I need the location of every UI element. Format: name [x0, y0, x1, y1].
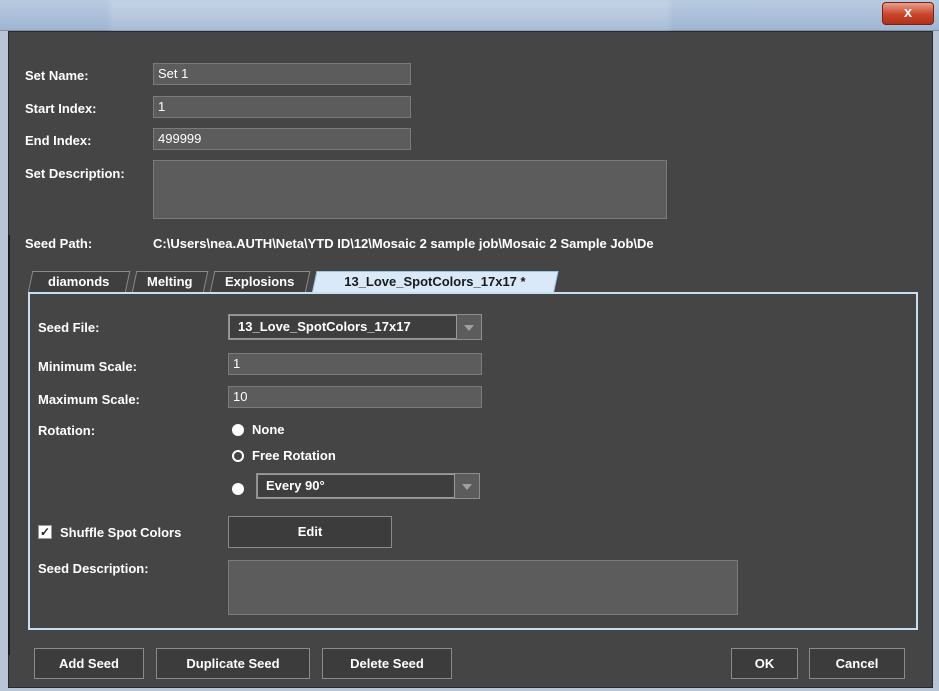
- shuffle-spot-colors-label: Shuffle Spot Colors: [60, 525, 182, 540]
- duplicate-seed-button[interactable]: Duplicate Seed: [156, 648, 310, 679]
- tab-melting[interactable]: Melting: [131, 271, 209, 293]
- maximum-scale-label: Maximum Scale:: [38, 392, 140, 407]
- start-index-label: Start Index:: [25, 101, 97, 116]
- close-icon: x: [903, 4, 913, 21]
- seed-tab-panel: Seed File: 13_Love_SpotColors_17x17 Mini…: [28, 292, 918, 630]
- shuffle-checkbox[interactable]: ✓: [38, 525, 52, 539]
- cancel-button[interactable]: Cancel: [809, 648, 905, 679]
- title-bar[interactable]: x: [0, 0, 939, 31]
- radio-none-label: None: [252, 422, 285, 437]
- seed-file-dropdown[interactable]: 13_Love_SpotColors_17x17: [228, 314, 482, 340]
- seed-file-value: 13_Love_SpotColors_17x17: [229, 315, 457, 339]
- seed-description-label: Seed Description:: [38, 561, 149, 576]
- seed-path-label: Seed Path:: [25, 236, 93, 251]
- chevron-down-icon[interactable]: [457, 315, 481, 339]
- minimum-scale-label: Minimum Scale:: [38, 359, 137, 374]
- set-name-input[interactable]: Set 1: [153, 63, 411, 85]
- radio-every[interactable]: [232, 483, 244, 495]
- ok-button[interactable]: OK: [731, 648, 798, 679]
- radio-free-rotation-label: Free Rotation: [252, 448, 336, 463]
- close-button[interactable]: x: [882, 2, 934, 25]
- rotation-label: Rotation:: [38, 423, 96, 438]
- add-seed-button[interactable]: Add Seed: [34, 648, 144, 679]
- title-blur: [110, 0, 670, 30]
- dialog-window: x Set Name: Set 1 Start Index: 1 End Ind…: [0, 0, 939, 691]
- chevron-down-icon[interactable]: [455, 474, 479, 498]
- radio-none[interactable]: [232, 424, 244, 436]
- left-edge-line: [8, 235, 10, 655]
- seed-file-label: Seed File:: [38, 320, 100, 335]
- seed-description-input[interactable]: [228, 560, 738, 615]
- set-description-input[interactable]: [153, 160, 667, 219]
- tab-explosions[interactable]: Explosions: [209, 271, 311, 293]
- seed-path-value: C:\Users\nea.AUTH\Neta\YTD ID\12\Mosaic …: [153, 236, 654, 251]
- tab-diamonds[interactable]: diamonds: [27, 271, 131, 293]
- rotation-step-dropdown[interactable]: Every 90°: [256, 473, 480, 499]
- set-description-label: Set Description:: [25, 166, 125, 181]
- minimum-scale-input[interactable]: 1: [228, 353, 482, 375]
- start-index-input[interactable]: 1: [153, 96, 411, 118]
- delete-seed-button[interactable]: Delete Seed: [322, 648, 452, 679]
- rotation-step-value: Every 90°: [257, 474, 455, 498]
- set-name-label: Set Name:: [25, 68, 89, 83]
- end-index-label: End Index:: [25, 133, 92, 148]
- end-index-input[interactable]: 499999: [153, 128, 411, 150]
- edit-button[interactable]: Edit: [228, 516, 392, 548]
- maximum-scale-input[interactable]: 10: [228, 386, 482, 408]
- radio-free-rotation[interactable]: [232, 450, 244, 462]
